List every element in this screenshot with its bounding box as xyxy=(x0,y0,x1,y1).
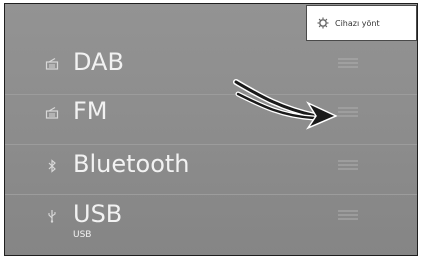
usb-icon xyxy=(48,210,56,223)
source-item-fm[interactable]: FM xyxy=(5,92,417,142)
manage-devices-label: Cihazı yönt xyxy=(335,18,380,28)
drag-handle-icon[interactable] xyxy=(338,209,358,221)
radio-icon xyxy=(45,57,59,70)
source-label: USB xyxy=(73,200,123,228)
manage-devices-button[interactable]: Cihazı yönt xyxy=(306,5,417,41)
swipe-arrow-icon xyxy=(233,79,338,130)
source-sublabel: USB xyxy=(73,230,92,240)
source-item-dab[interactable]: DAB xyxy=(5,43,417,93)
audio-source-screen: Cihazı yönt DAB FM Bluetooth USB USB xyxy=(4,3,418,256)
drag-handle-icon[interactable] xyxy=(338,57,358,69)
source-item-usb[interactable]: USB USB xyxy=(5,195,417,245)
source-item-bluetooth[interactable]: Bluetooth xyxy=(5,145,417,195)
source-label: FM xyxy=(73,97,108,125)
radio-icon xyxy=(45,106,59,119)
drag-handle-icon[interactable] xyxy=(338,159,358,171)
bluetooth-icon xyxy=(48,159,56,173)
source-label: DAB xyxy=(73,48,124,76)
gear-icon xyxy=(317,17,329,29)
source-label: Bluetooth xyxy=(73,150,190,178)
drag-handle-icon[interactable] xyxy=(338,106,358,118)
